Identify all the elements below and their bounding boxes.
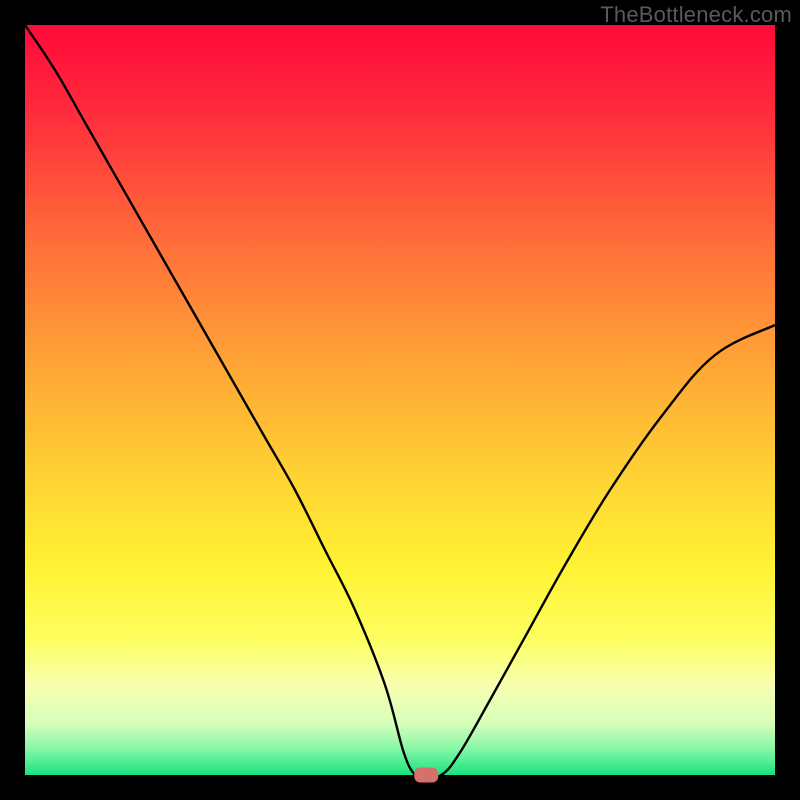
plot-background	[25, 25, 775, 775]
chart-frame: TheBottleneck.com	[0, 0, 800, 800]
optimal-point-marker	[414, 768, 438, 783]
watermark-text: TheBottleneck.com	[600, 2, 792, 28]
bottleneck-chart	[0, 0, 800, 800]
